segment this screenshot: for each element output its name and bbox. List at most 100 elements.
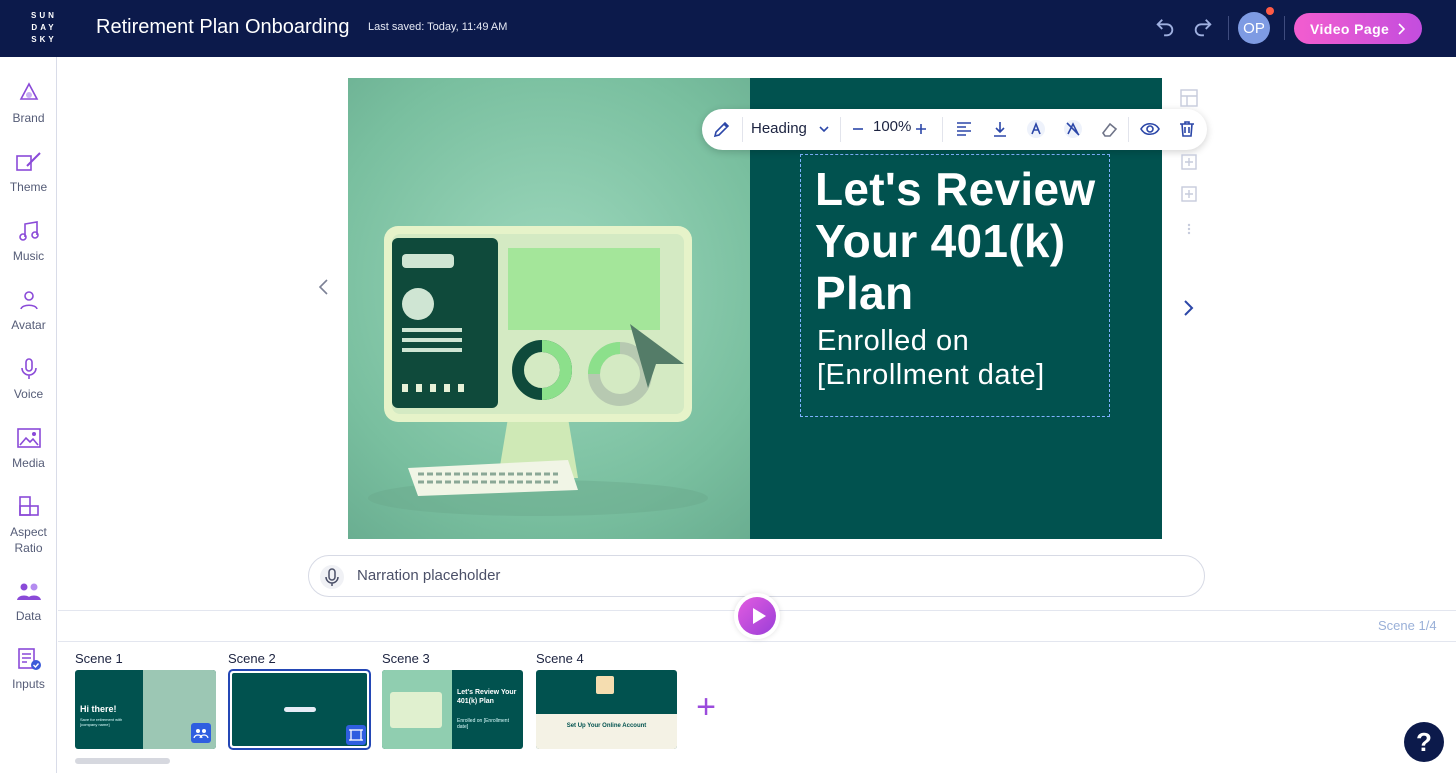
frame-icon (349, 729, 363, 741)
chevron-right-icon (1398, 22, 1406, 35)
narration-placeholder: Narration placeholder (357, 567, 501, 584)
sidebar-item-label: Media (12, 456, 45, 470)
music-note-icon (18, 221, 39, 241)
toolbar-separator (840, 117, 841, 142)
thumb-title: Let's Review Your 401(k) Plan (457, 689, 517, 705)
font-size-value[interactable]: 100% (873, 118, 911, 135)
timeline-scrollbar[interactable] (75, 758, 170, 764)
aspect-ratio-icon (18, 496, 39, 516)
scene-label: Scene 3 (382, 651, 430, 666)
checklist-icon (17, 648, 41, 670)
minus-icon[interactable] (852, 123, 864, 135)
toolbar-divider (1228, 16, 1229, 40)
notification-dot (1266, 7, 1274, 15)
last-saved-status: Last saved: Today, 11:49 AM (368, 21, 508, 33)
scene-thumbnail-3[interactable]: Let's Review Your 401(k) Plan Enrolled o… (382, 670, 523, 749)
thumb-title: Set Up Your Online Account (566, 723, 647, 729)
thumb-subtitle: Enrolled on [Enrollment date] (457, 718, 509, 730)
sidebar-item-label: Brand (12, 111, 45, 125)
chevron-right-icon[interactable] (1180, 298, 1196, 318)
scene-counter: Scene 1/4 (1378, 618, 1437, 633)
play-icon (753, 608, 766, 624)
sidebar-item-label: Inputs (12, 677, 45, 691)
toolbar-separator (742, 117, 743, 142)
more-vertical-icon[interactable] (1186, 222, 1192, 236)
sidebar-item-label: Theme (9, 180, 48, 194)
logo-line: SKY (31, 35, 57, 44)
video-page-button[interactable]: Video Page (1294, 13, 1422, 44)
user-avatar[interactable]: OP (1238, 12, 1270, 44)
thumb-subtitle: Save for retirement with [company name] (80, 717, 123, 727)
sidebar-item-data[interactable]: Data (0, 579, 57, 623)
sidebar-item-media[interactable]: Media (0, 426, 57, 470)
scene-heading[interactable]: Let's Review Your 401(k) Plan (815, 163, 1105, 319)
sidebar-item-brand[interactable]: Brand (0, 81, 57, 125)
font-color-icon[interactable] (1026, 119, 1046, 139)
thumb-frame (232, 673, 367, 746)
sidebar-item-voice[interactable]: Voice (0, 357, 57, 401)
people-group-icon (193, 729, 209, 739)
logo-line: SUN (31, 11, 57, 20)
theme-icon (15, 152, 41, 171)
plus-icon[interactable] (915, 123, 927, 135)
no-highlight-icon[interactable] (1063, 119, 1083, 139)
thumb-footer (536, 714, 677, 749)
scene-image (348, 78, 750, 539)
help-button[interactable]: ? (1404, 722, 1444, 762)
sidebar-item-aspect-ratio[interactable]: Aspect Ratio (0, 494, 57, 556)
layout-icon[interactable] (1179, 88, 1199, 108)
sidebar-item-inputs[interactable]: Inputs (0, 647, 57, 691)
vertical-align-bottom-icon[interactable] (990, 119, 1010, 139)
chevron-down-icon[interactable] (818, 123, 830, 135)
layer-tools (1175, 82, 1203, 242)
play-button-fill (738, 597, 776, 635)
sidebar-item-music[interactable]: Music (0, 219, 57, 263)
sidebar-item-label: Avatar (11, 318, 46, 332)
timeline-divider (58, 641, 1456, 642)
thumb-pill (284, 707, 316, 712)
sidebar-item-avatar[interactable]: Avatar (0, 288, 57, 332)
thumb-monitor (390, 692, 442, 728)
personalized-badge (191, 723, 211, 743)
image-gallery-icon (16, 428, 41, 448)
logo-line: DAY (31, 23, 57, 32)
scene-thumbnail-1[interactable]: Hi there! Save for retirement with [comp… (75, 670, 216, 749)
redo-icon[interactable] (1192, 17, 1214, 39)
palette-icon (19, 82, 38, 100)
sidebar-item-label: Aspect Ratio (10, 525, 47, 555)
add-placeholder-icon[interactable] (1179, 152, 1199, 172)
scene-label: Scene 2 (228, 651, 276, 666)
scene-thumbnail-4[interactable]: Set Up Your Online Account (536, 670, 677, 749)
person-icon (19, 291, 38, 310)
text-style-dropdown[interactable]: Heading (751, 120, 807, 137)
add-scene-button[interactable]: + (694, 690, 718, 724)
undo-icon[interactable] (1154, 17, 1176, 39)
chevron-left-icon[interactable] (316, 277, 332, 297)
thumb-photo (382, 670, 452, 749)
pencil-icon[interactable] (712, 119, 732, 139)
play-button[interactable] (734, 593, 780, 639)
eraser-icon[interactable] (1099, 119, 1119, 139)
align-left-icon[interactable] (954, 119, 974, 139)
sidebar-item-theme[interactable]: Theme (0, 150, 57, 194)
sundaysky-logo[interactable]: SUN DAY SKY (22, 10, 66, 46)
toolbar-separator (942, 117, 943, 142)
placeholder-badge (346, 725, 366, 745)
top-bar: SUN DAY SKY Retirement Plan Onboarding L… (0, 0, 1456, 57)
left-sidebar: Brand Theme Music Avatar Voice Media Asp… (0, 57, 57, 773)
video-page-label: Video Page (1310, 20, 1390, 37)
scene-label: Scene 4 (536, 651, 584, 666)
sidebar-item-label: Voice (13, 387, 44, 401)
scene-label: Scene 1 (75, 651, 123, 666)
microphone-icon[interactable] (319, 564, 345, 590)
add-element-icon[interactable] (1179, 184, 1199, 204)
toolbar-separator (1128, 117, 1129, 142)
thumb-person (596, 676, 614, 694)
scene-thumbnail-2[interactable] (228, 669, 371, 750)
microphone-icon (20, 358, 37, 379)
eye-icon[interactable] (1140, 119, 1160, 139)
computer-illustration (368, 226, 708, 516)
scene-subheading[interactable]: Enrolled on [Enrollment date] (817, 324, 1107, 392)
project-title[interactable]: Retirement Plan Onboarding (96, 16, 349, 39)
sidebar-item-label: Music (12, 249, 45, 263)
